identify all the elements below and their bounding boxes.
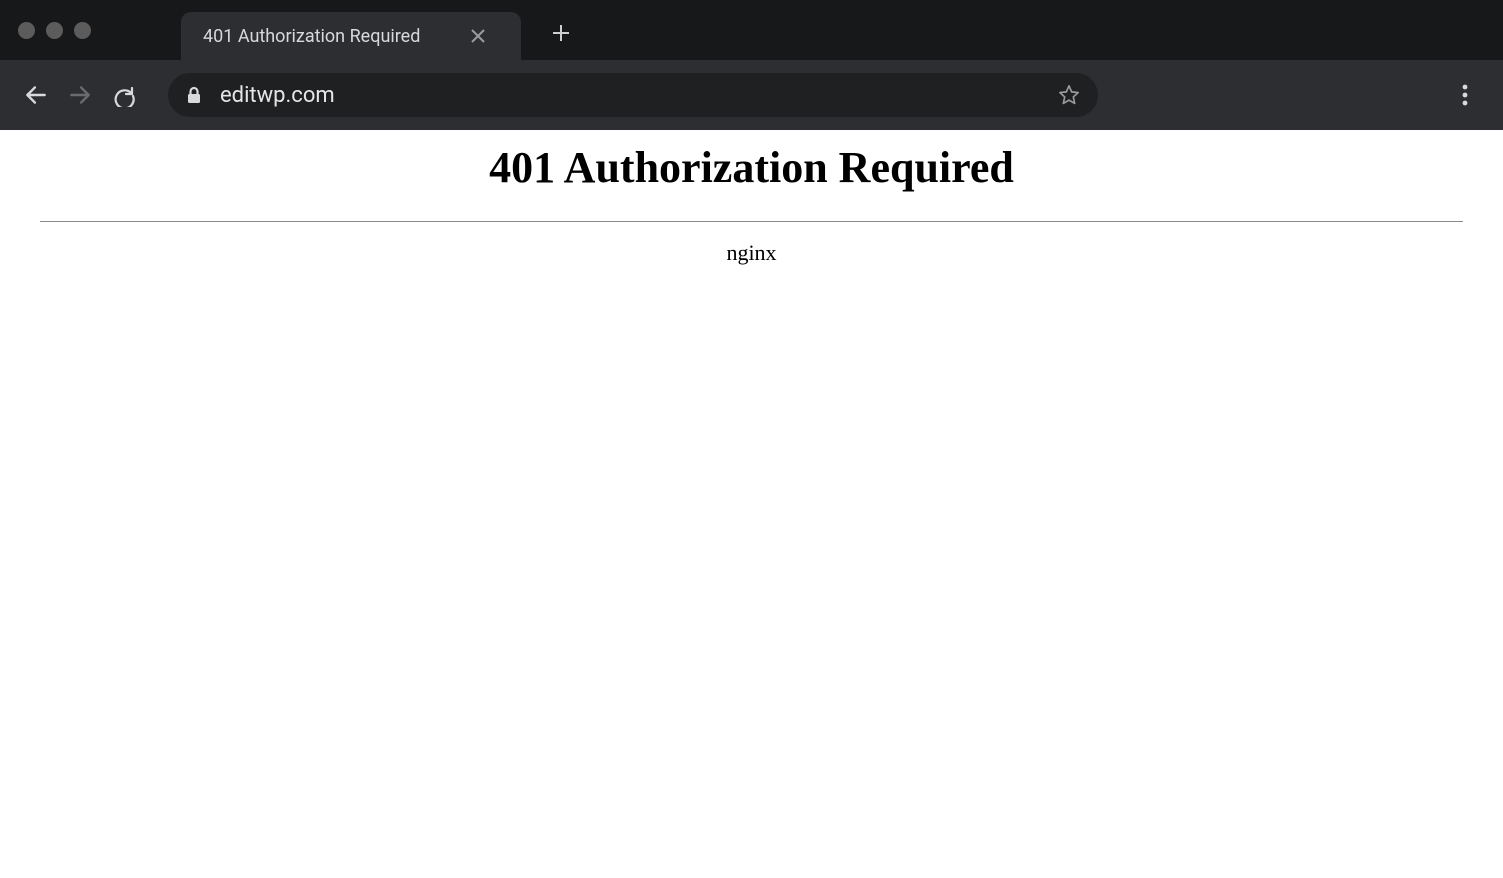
new-tab-button[interactable] — [551, 23, 571, 43]
bookmark-button[interactable] — [1058, 84, 1080, 106]
plus-icon — [552, 24, 570, 42]
divider — [40, 221, 1463, 222]
lock-icon — [186, 86, 202, 104]
tab-strip: 401 Authorization Required — [0, 0, 1503, 60]
browser-chrome: 401 Authorization Required editwp.com — [0, 0, 1503, 130]
browser-menu-button[interactable] — [1447, 77, 1483, 113]
server-name: nginx — [40, 240, 1463, 266]
page-content: 401 Authorization Required nginx — [0, 130, 1503, 266]
traffic-light-maximize[interactable] — [74, 22, 91, 39]
error-heading: 401 Authorization Required — [40, 142, 1463, 193]
browser-toolbar: editwp.com — [0, 60, 1503, 130]
star-icon — [1058, 84, 1080, 106]
traffic-light-minimize[interactable] — [46, 22, 63, 39]
close-tab-button[interactable] — [470, 28, 486, 44]
traffic-light-close[interactable] — [18, 22, 35, 39]
back-button[interactable] — [18, 77, 54, 113]
window-controls — [18, 22, 91, 39]
close-icon — [471, 29, 485, 43]
arrow-left-icon — [23, 82, 49, 108]
arrow-right-icon — [67, 82, 93, 108]
browser-tab[interactable]: 401 Authorization Required — [181, 12, 521, 60]
forward-button[interactable] — [62, 77, 98, 113]
kebab-icon — [1462, 84, 1468, 106]
tab-title: 401 Authorization Required — [203, 26, 420, 47]
site-security-button[interactable] — [186, 86, 202, 104]
reload-button[interactable] — [106, 77, 142, 113]
address-bar[interactable]: editwp.com — [168, 73, 1098, 117]
url-text: editwp.com — [220, 83, 1058, 108]
reload-icon — [112, 83, 136, 107]
